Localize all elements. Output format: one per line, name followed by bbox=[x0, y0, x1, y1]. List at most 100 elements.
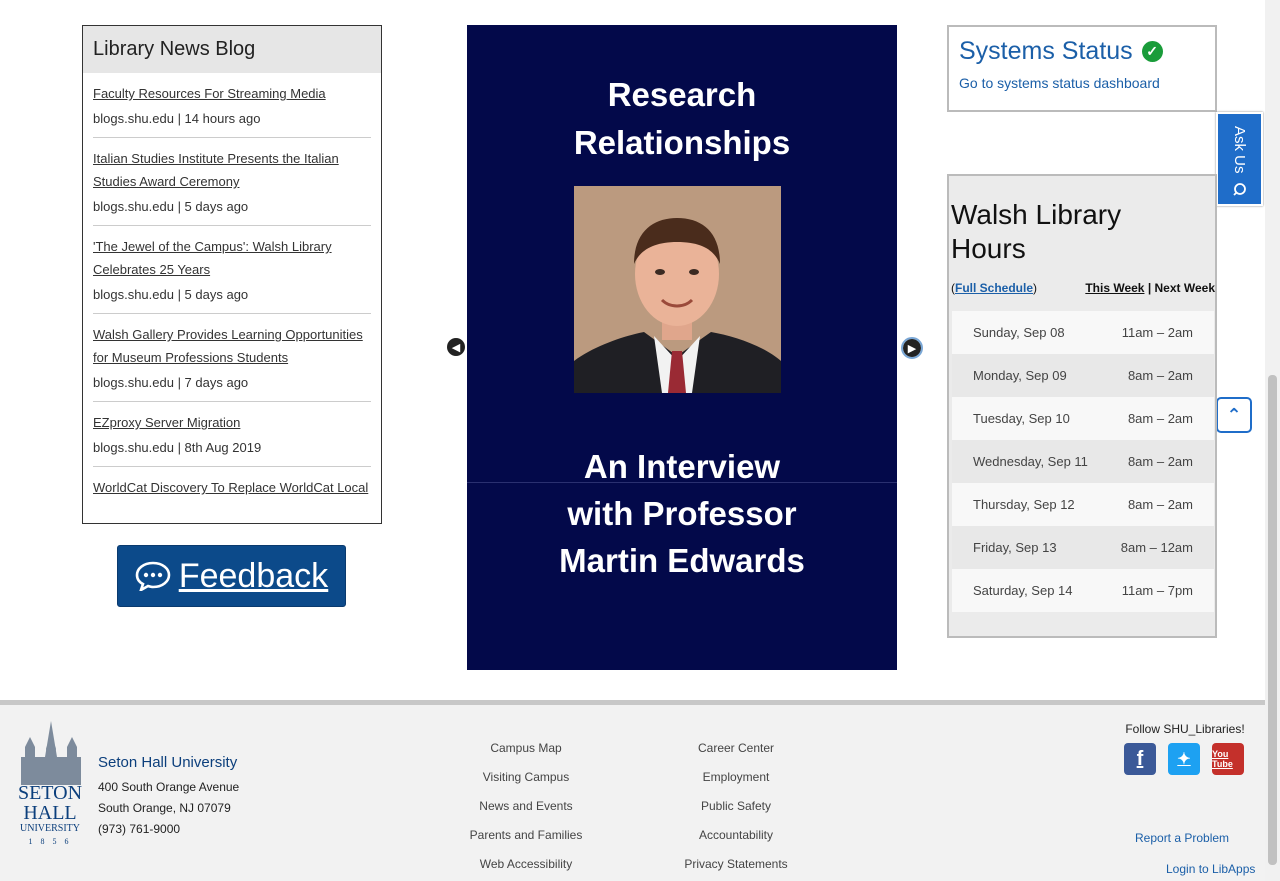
table-row: Tuesday, Sep 10 8am – 2am bbox=[952, 397, 1214, 440]
feedback-button[interactable]: Feedback bbox=[117, 545, 346, 607]
facebook-icon[interactable]: f bbox=[1124, 743, 1156, 775]
address-line: 400 South Orange Avenue bbox=[98, 780, 240, 794]
footer-link-employment[interactable]: Employment bbox=[666, 763, 806, 792]
systems-status: Systems Status ✓ Go to systems status da… bbox=[947, 25, 1217, 112]
university-name: Seton Hall University bbox=[98, 754, 238, 771]
svg-text:HALL: HALL bbox=[23, 802, 76, 824]
university-address: Seton Hall University 400 South Orange A… bbox=[98, 754, 239, 840]
hours-day: Monday, Sep 09 bbox=[973, 368, 1067, 383]
blog-post-meta: blogs.shu.edu | 5 days ago bbox=[93, 199, 249, 214]
hours-day: Sunday, Sep 08 bbox=[973, 325, 1065, 340]
slide-title-line: Research bbox=[607, 76, 757, 113]
follow-label: Follow SHU_Libraries! bbox=[1125, 722, 1245, 736]
professor-photo bbox=[574, 186, 781, 393]
footer-link-accountability[interactable]: Accountability bbox=[666, 821, 806, 850]
week-separator: | bbox=[1147, 281, 1152, 295]
blog-post-link[interactable]: Faculty Resources For Streaming Media bbox=[93, 82, 371, 105]
next-week-tab[interactable]: Next Week bbox=[1155, 281, 1215, 295]
blog-post-link[interactable]: Walsh Gallery Provides Learning Opportun… bbox=[93, 323, 371, 369]
status-title: Systems Status ✓ bbox=[959, 37, 1205, 66]
footer-link-parents-families[interactable]: Parents and Families bbox=[456, 821, 596, 850]
svg-text:1 8 5 6: 1 8 5 6 bbox=[29, 837, 72, 846]
full-schedule-link[interactable]: Full Schedule bbox=[955, 281, 1033, 295]
table-row: Thursday, Sep 12 8am – 2am bbox=[952, 483, 1214, 526]
scrollbar-thumb[interactable] bbox=[1268, 375, 1277, 865]
feedback-label: Feedback bbox=[178, 556, 329, 595]
footer-link-news-events[interactable]: News and Events bbox=[456, 792, 596, 821]
hours-day: Saturday, Sep 14 bbox=[973, 583, 1073, 598]
ask-us-tab[interactable]: Ask Us bbox=[1216, 112, 1263, 206]
footer-link-visiting-campus[interactable]: Visiting Campus bbox=[456, 763, 596, 792]
seton-hall-logo[interactable]: SETON HALL UNIVERSITY 1 8 5 6 bbox=[13, 717, 88, 847]
list-item: Walsh Gallery Provides Learning Opportun… bbox=[93, 314, 371, 402]
twitter-icon[interactable]: ✦ bbox=[1168, 743, 1200, 775]
hours-time: 8am – 2am bbox=[1127, 368, 1193, 383]
blog-post-meta: blogs.shu.edu | 5 days ago bbox=[93, 287, 249, 302]
hours-time: 8am – 2am bbox=[1127, 411, 1193, 426]
svg-text:UNIVERSITY: UNIVERSITY bbox=[20, 823, 80, 834]
library-news-blog: Library News Blog Faculty Resources For … bbox=[82, 25, 382, 524]
list-item: Italian Studies Institute Presents the I… bbox=[93, 138, 371, 226]
footer-links-2: Career Center Employment Public Safety A… bbox=[666, 734, 806, 879]
status-title-text: Systems Status bbox=[959, 37, 1133, 65]
hours-time: 8am – 2am bbox=[1127, 454, 1193, 469]
table-row: Saturday, Sep 14 11am – 7pm bbox=[952, 569, 1214, 612]
week-switch: This Week | Next Week bbox=[1085, 281, 1215, 295]
this-week-tab[interactable]: This Week bbox=[1085, 281, 1144, 295]
blog-list: Faculty Resources For Streaming Media bl… bbox=[83, 73, 381, 506]
slide-title-line: Relationships bbox=[573, 124, 791, 161]
table-row: Sunday, Sep 08 11am – 2am bbox=[952, 311, 1214, 354]
report-problem-link[interactable]: Report a Problem bbox=[1135, 831, 1229, 845]
address-line: South Orange, NJ 07079 bbox=[98, 801, 231, 815]
site-footer: SETON HALL UNIVERSITY 1 8 5 6 Seton Hall… bbox=[0, 700, 1265, 881]
table-row: Friday, Sep 13 8am – 12am bbox=[952, 526, 1214, 569]
check-circle-icon: ✓ bbox=[1141, 41, 1163, 62]
status-dashboard-link[interactable]: Go to systems status dashboard bbox=[959, 75, 1205, 91]
footer-links-1: Campus Map Visiting Campus News and Even… bbox=[456, 734, 596, 879]
ask-us-label: Ask Us bbox=[1231, 126, 1248, 174]
hours-time: 11am – 2am bbox=[1121, 325, 1193, 340]
hours-title: Walsh Library Hours bbox=[951, 199, 1122, 264]
chevron-right-icon: ▶ bbox=[907, 341, 917, 355]
blog-post-link[interactable]: Italian Studies Institute Presents the I… bbox=[93, 147, 371, 193]
svg-text:SETON: SETON bbox=[18, 782, 82, 804]
footer-link-public-safety[interactable]: Public Safety bbox=[666, 792, 806, 821]
carousel-next-button[interactable]: ▶ bbox=[901, 337, 923, 359]
youtube-label: You Tube bbox=[1212, 749, 1233, 769]
blog-title: Library News Blog bbox=[83, 26, 381, 73]
blog-post-link[interactable]: WorldCat Discovery To Replace WorldCat L… bbox=[93, 476, 371, 499]
slide-subtitle-line: Martin Edwards bbox=[559, 542, 805, 579]
hours-table: Sunday, Sep 08 11am – 2am Monday, Sep 09 8… bbox=[952, 311, 1214, 612]
libapps-login-link[interactable]: Login to LibApps bbox=[1166, 862, 1255, 876]
library-hours: Walsh Library Hours (Full Schedule) This… bbox=[947, 174, 1217, 638]
footer-link-privacy[interactable]: Privacy Statements bbox=[666, 850, 806, 879]
back-to-top-button[interactable]: ⌃ bbox=[1216, 397, 1252, 433]
double-chevron-up-icon: ⌃ bbox=[1226, 404, 1242, 426]
page-scrollbar[interactable] bbox=[1265, 0, 1280, 881]
hours-day: Thursday, Sep 12 bbox=[973, 497, 1075, 512]
carousel-prev-button[interactable]: ◀ bbox=[447, 338, 465, 356]
hours-time: 11am – 7pm bbox=[1121, 583, 1193, 598]
footer-link-career-center[interactable]: Career Center bbox=[666, 734, 806, 763]
slide-subtitle-line: with Professor bbox=[567, 495, 797, 532]
list-item: WorldCat Discovery To Replace WorldCat L… bbox=[93, 467, 371, 506]
list-item: Faculty Resources For Streaming Media bl… bbox=[93, 73, 371, 138]
footer-link-web-accessibility[interactable]: Web Accessibility bbox=[456, 850, 596, 879]
phone-number: (973) 761-9000 bbox=[98, 822, 181, 836]
slide-subtitle: An Interview with Professor Martin Edwar… bbox=[467, 443, 897, 584]
hours-day: Wednesday, Sep 11 bbox=[973, 454, 1088, 469]
table-row: Wednesday, Sep 11 8am – 2am bbox=[952, 440, 1214, 483]
blog-post-link[interactable]: 'The Jewel of the Campus': Walsh Library… bbox=[93, 235, 371, 281]
footer-link-campus-map[interactable]: Campus Map bbox=[456, 734, 596, 763]
youtube-icon[interactable]: You Tube bbox=[1212, 743, 1244, 775]
chat-icon bbox=[1233, 183, 1246, 196]
chat-bubble-icon bbox=[135, 561, 171, 591]
hours-day: Friday, Sep 13 bbox=[973, 540, 1057, 555]
slide-subtitle-line: An Interview bbox=[583, 448, 781, 485]
hours-time: 8am – 2am bbox=[1127, 497, 1193, 512]
blog-post-link[interactable]: EZproxy Server Migration bbox=[93, 411, 371, 434]
list-item: EZproxy Server Migration blogs.shu.edu |… bbox=[93, 402, 371, 467]
hours-day: Tuesday, Sep 10 bbox=[973, 411, 1070, 426]
hours-nav: (Full Schedule) This Week | Next Week bbox=[951, 281, 1215, 295]
carousel-slide[interactable]: Research Relationships An Interview with… bbox=[467, 25, 897, 670]
